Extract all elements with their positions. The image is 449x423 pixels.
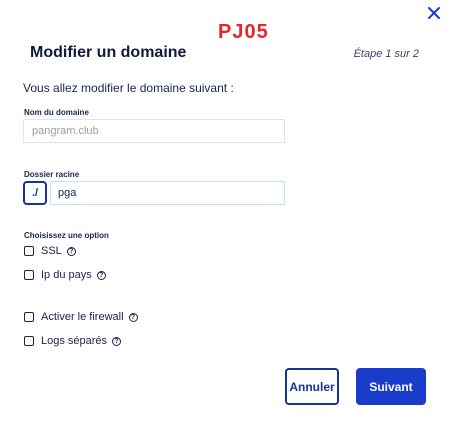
ip-pays-label: Ip du pays: [41, 269, 92, 281]
options-label: Choisissez une option: [24, 231, 109, 240]
firewall-checkbox[interactable]: [24, 312, 34, 322]
option-ip-pays[interactable]: Ip du pays ?: [24, 268, 106, 282]
next-button[interactable]: Suivant: [356, 368, 426, 405]
root-folder-prefix: ./: [23, 181, 47, 205]
cancel-button[interactable]: Annuler: [285, 368, 339, 405]
domain-name-label: Nom du domaine: [24, 108, 89, 117]
firewall-label: Activer le firewall: [41, 311, 124, 323]
modify-domain-dialog: PJ05 Modifier un domaine Étape 1 sur 2 V…: [0, 0, 449, 423]
help-icon[interactable]: ?: [66, 246, 76, 256]
dialog-title: Modifier un domaine: [30, 44, 187, 61]
domain-name-field: pangram.club: [23, 119, 285, 143]
root-folder-label: Dossier racine: [24, 170, 80, 179]
logs-label: Logs séparés: [41, 335, 108, 347]
option-firewall[interactable]: Activer le firewall ?: [24, 310, 138, 324]
ssl-label: SSL: [41, 245, 62, 257]
red-tag-label: PJ05: [218, 21, 269, 43]
ip-pays-checkbox[interactable]: [24, 270, 34, 280]
help-icon[interactable]: ?: [112, 336, 122, 346]
intro-text: Vous allez modifier le domaine suivant :: [23, 81, 234, 95]
step-indicator: Étape 1 sur 2: [353, 48, 419, 60]
help-icon[interactable]: ?: [96, 270, 106, 280]
close-icon[interactable]: [426, 5, 442, 21]
logs-checkbox[interactable]: [24, 336, 34, 346]
root-folder-input[interactable]: pga: [50, 181, 285, 205]
ssl-checkbox[interactable]: [24, 246, 34, 256]
help-icon[interactable]: ?: [128, 312, 138, 322]
option-ssl[interactable]: SSL ?: [24, 244, 76, 258]
option-logs[interactable]: Logs séparés ?: [24, 334, 122, 348]
